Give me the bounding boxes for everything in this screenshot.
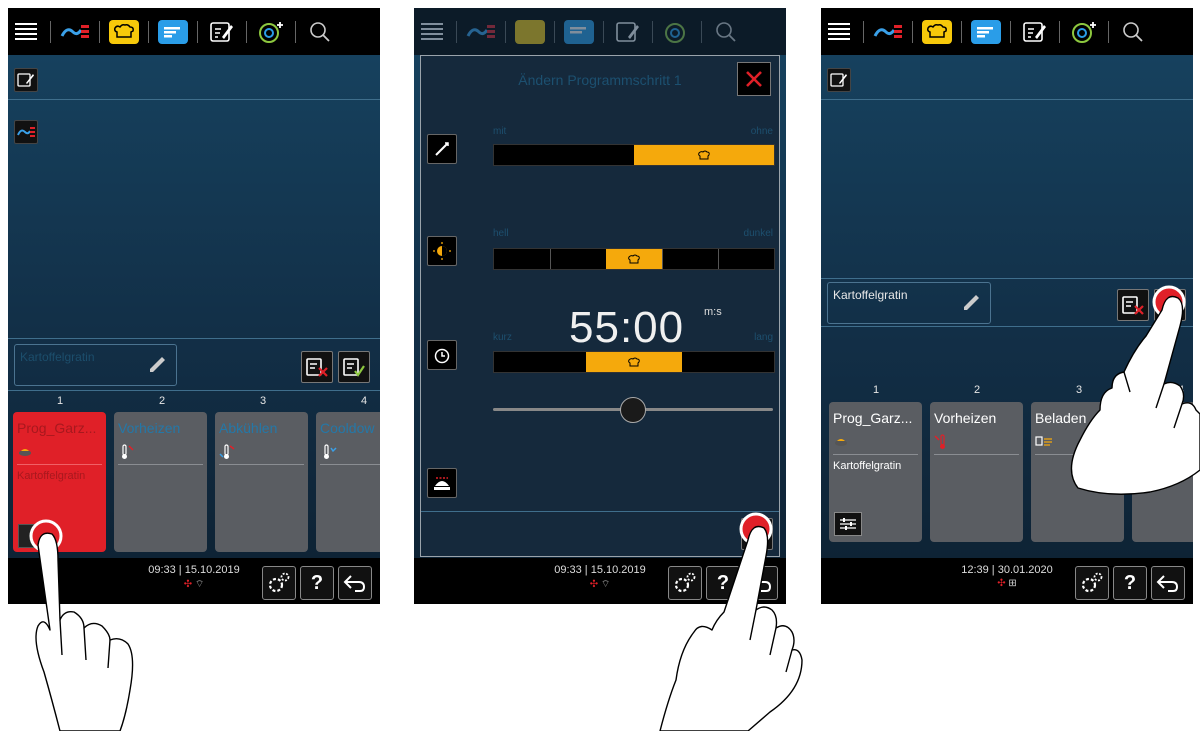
hand-illustrations [29, 285, 1200, 731]
touch-indicator [29, 285, 1186, 553]
pointing-hand-illustration [35, 532, 134, 731]
pointing-hand-illustration [1070, 295, 1200, 495]
pointing-hand-illustration [659, 525, 803, 731]
